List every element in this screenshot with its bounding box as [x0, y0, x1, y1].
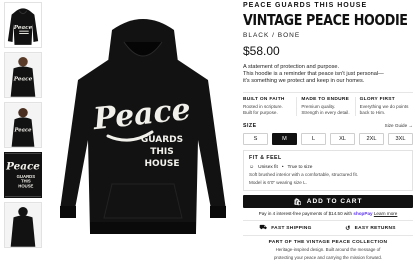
thumbnail-gallery: Peace Peace Peace Peace GUARDS THIS HOUS… [4, 2, 44, 252]
truck-icon: ⛟ [259, 225, 268, 231]
size-option-m[interactable]: M [272, 133, 297, 145]
feature-text: Rooted in scripture. Built for purpose. [243, 104, 283, 115]
size-option-3xl[interactable]: 3XL [388, 133, 413, 145]
collection-text: protecting your peace and carrying the m… [273, 254, 383, 260]
feature-heading: GLORY FIRST [359, 97, 395, 102]
size-option-s[interactable]: S [243, 133, 268, 145]
thumb-graphic-line3: HOUSE [18, 183, 33, 188]
size-option-2xl[interactable]: 2XL [359, 133, 384, 145]
thumbnail-model-1[interactable]: Peace [4, 52, 42, 98]
add-to-cart-button[interactable]: 🛍 ADD TO CART [243, 195, 413, 208]
size-option-l[interactable]: L [301, 133, 326, 145]
model-thumbnail-image: Peace [5, 103, 41, 147]
shipping-label: FAST SHIPPING [271, 225, 312, 231]
size-selector: S M L XL 2XL 3XL [243, 133, 413, 145]
bullet-separator: • [281, 164, 284, 170]
main-product-image[interactable]: Peace GUARDS THIS HOUSE [50, 0, 236, 278]
feature-item: GLORY FIRST Everything we do points back… [354, 97, 413, 116]
thumb-graphic-script: Peace [13, 77, 33, 83]
product-variant: BLACK / BONE [243, 32, 301, 39]
description-line: it's something we protect and keep in ou… [243, 78, 365, 84]
model-size-text: Model is 6'0" wearing size L. [249, 180, 307, 185]
add-to-cart-label: ADD TO CART [306, 198, 363, 205]
size-note: True to size [287, 164, 313, 170]
return-icon: ↺ [345, 225, 351, 232]
hoodie-thumbnail-image: Peace [7, 8, 39, 45]
description-line: This hoodie is a reminder that peace isn… [243, 71, 384, 77]
size-label: SIZE [243, 123, 257, 129]
feature-text: Premium quality. Strength in every detai… [301, 104, 350, 115]
product-info-panel: PEACE GUARDS THIS HOUSE VINTAGE PEACE HO… [243, 2, 413, 260]
size-option-xl[interactable]: XL [330, 133, 355, 145]
description-line: A statement of protection and purpose. [243, 64, 340, 70]
fast-shipping-item: ⛟ FAST SHIPPING [243, 224, 328, 232]
thumbnail-front[interactable]: Peace [4, 2, 42, 48]
installment-text: Pay in 4 interest-free payments of $14.5… [258, 211, 353, 216]
graphic-thumbnail-image: Peace GUARDS THIS HOUSE [5, 153, 41, 197]
product-price: $58.00 [243, 44, 280, 58]
thumbnail-back[interactable] [4, 202, 42, 248]
bag-icon: 🛍 [293, 198, 303, 206]
collection-heading: PART OF THE VINTAGE PEACE COLLECTION [268, 240, 388, 245]
thumb-graphic-script: Peace [5, 160, 40, 172]
graphic-line2-text: THIS [150, 147, 174, 157]
size-header: SIZE Size Guide → [243, 123, 413, 129]
fit-label: Unisex fit [258, 164, 278, 170]
fit-and-feel-panel: FIT & FEEL ☺ Unisex fit • True to size S… [243, 150, 413, 191]
shipping-returns-row: ⛟ FAST SHIPPING ↺ EASY RETURNS [243, 220, 413, 236]
easy-returns-item: ↺ EASY RETURNS [328, 224, 413, 232]
fit-heading: FIT & FEEL [249, 155, 282, 161]
brand-name: PEACE GUARDS THIS HOUSE [243, 2, 368, 9]
product-description: A statement of protection and purpose. T… [243, 64, 413, 85]
feature-heading: BUILT ON FAITH [243, 97, 285, 102]
returns-label: EASY RETURNS [354, 225, 396, 231]
user-icon: ☺ [249, 164, 255, 170]
feature-item: BUILT ON FAITH Rooted in scripture. Buil… [243, 97, 296, 116]
feature-text: Everything we do points back to Him. [359, 104, 409, 115]
size-guide-link[interactable]: Size Guide → [385, 123, 413, 129]
hoodie-illustration: Peace GUARDS THIS HOUSE [60, 19, 226, 234]
feature-list: BUILT ON FAITH Rooted in scripture. Buil… [243, 92, 413, 116]
learn-more-link[interactable]: Learn more [374, 211, 398, 216]
thumb-graphic-script: Peace [14, 128, 33, 134]
shop-pay-logo: shopPay [353, 211, 373, 216]
feature-heading: MADE TO ENDURE [301, 97, 350, 102]
thumbnail-graphic-closeup[interactable]: Peace GUARDS THIS HOUSE [4, 152, 42, 198]
installment-payment-info: Pay in 4 interest-free payments of $14.5… [243, 211, 413, 216]
thumbnail-model-2[interactable]: Peace [4, 102, 42, 148]
collection-text: Heritage-inspired design. Built around t… [275, 247, 381, 252]
model-thumbnail-image: Peace [5, 53, 41, 97]
thumb-graphic-script: Peace [13, 25, 33, 31]
graphic-line3-text: HOUSE [144, 159, 179, 169]
fit-text: Soft brushed interior with a comfortable… [249, 172, 359, 177]
fit-summary: ☺ Unisex fit • True to size [249, 164, 407, 170]
feature-item: MADE TO ENDURE Premium quality. Strength… [296, 97, 354, 116]
product-title: VINTAGE PEACE HOODIE [243, 11, 408, 29]
hoodie-back-thumbnail-image [5, 203, 41, 247]
graphic-line1-text: GUARDS [141, 135, 183, 145]
